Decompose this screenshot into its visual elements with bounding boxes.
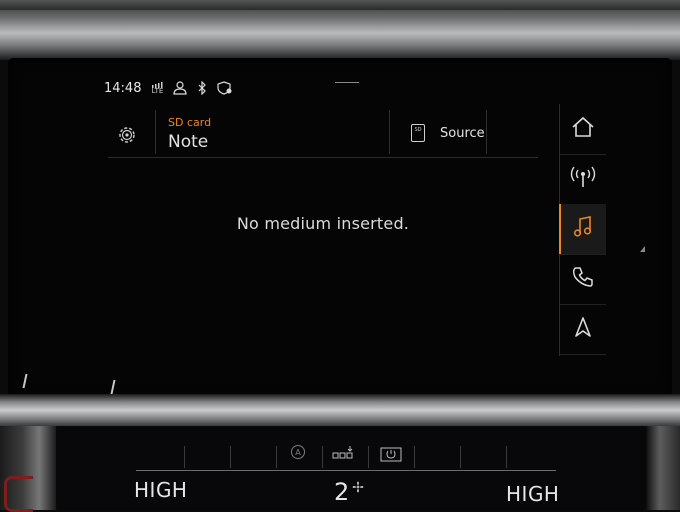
radio-antenna-icon bbox=[570, 165, 596, 193]
right-trim bbox=[646, 426, 680, 510]
sd-card-icon: SD bbox=[411, 124, 425, 142]
right-fan-level[interactable]: HIGH bbox=[506, 482, 559, 506]
climate-divider bbox=[460, 446, 461, 468]
fan-speed-value[interactable]: 2 bbox=[334, 478, 350, 506]
phone-icon bbox=[572, 266, 594, 292]
trim-accent bbox=[4, 476, 33, 512]
climate-divider bbox=[414, 446, 415, 468]
header-divider bbox=[389, 110, 390, 154]
bottom-bezel bbox=[0, 394, 680, 430]
left-fan-level[interactable]: HIGH bbox=[134, 478, 187, 502]
gear-icon[interactable] bbox=[116, 124, 138, 146]
network-label: LTE bbox=[151, 86, 164, 95]
pull-down-handle[interactable] bbox=[335, 82, 359, 83]
bluetooth-icon bbox=[197, 81, 207, 95]
climate-divider bbox=[184, 446, 185, 468]
navigation-arrow-icon bbox=[574, 316, 592, 342]
climate-divider bbox=[276, 446, 277, 468]
user-profile-icon bbox=[173, 81, 188, 95]
lte-signal-icon: LTE bbox=[151, 81, 164, 95]
screen-power-icon[interactable] bbox=[380, 444, 402, 466]
side-rail bbox=[559, 104, 606, 356]
source-button-label: Source bbox=[440, 125, 485, 141]
corner-indicator-icon bbox=[640, 246, 645, 252]
climate-baseline bbox=[136, 470, 556, 471]
climate-divider bbox=[506, 446, 507, 468]
music-note-icon bbox=[573, 216, 593, 242]
air-distribution-icon[interactable] bbox=[332, 444, 356, 466]
auto-climate-icon[interactable]: A bbox=[290, 444, 306, 464]
source-button[interactable]: SD Source bbox=[398, 112, 494, 154]
top-bezel-shadow bbox=[0, 0, 680, 10]
rail-home-button[interactable] bbox=[560, 104, 606, 155]
source-caption: SD card bbox=[168, 116, 212, 129]
status-bar: 14:48 LTE bbox=[104, 78, 233, 98]
no-medium-message: No medium inserted. bbox=[236, 214, 410, 233]
rail-navigation-button[interactable] bbox=[560, 304, 606, 355]
location-shield-icon bbox=[217, 81, 233, 95]
climate-divider bbox=[322, 446, 323, 468]
svg-text:A: A bbox=[295, 448, 301, 457]
home-icon bbox=[571, 116, 595, 142]
screen-reflection bbox=[22, 374, 28, 388]
fan-icon bbox=[352, 478, 364, 497]
climate-panel: A HIGH 2 HIGH bbox=[56, 426, 646, 510]
source-title: Note bbox=[168, 132, 209, 152]
rail-media-button[interactable] bbox=[559, 204, 606, 255]
clock: 14:48 bbox=[104, 80, 142, 96]
infotainment-screen: 14:48 LTE SD card Note SD Source No medi… bbox=[8, 58, 672, 398]
header-divider bbox=[155, 110, 156, 154]
rail-radio-button[interactable] bbox=[560, 154, 606, 205]
climate-divider bbox=[230, 446, 231, 468]
left-trim bbox=[0, 426, 56, 512]
rail-phone-button[interactable] bbox=[560, 254, 606, 305]
screen-reflection bbox=[110, 380, 116, 394]
media-header: SD card Note SD Source bbox=[108, 102, 538, 158]
header-divider bbox=[486, 110, 487, 154]
climate-divider bbox=[368, 446, 369, 468]
